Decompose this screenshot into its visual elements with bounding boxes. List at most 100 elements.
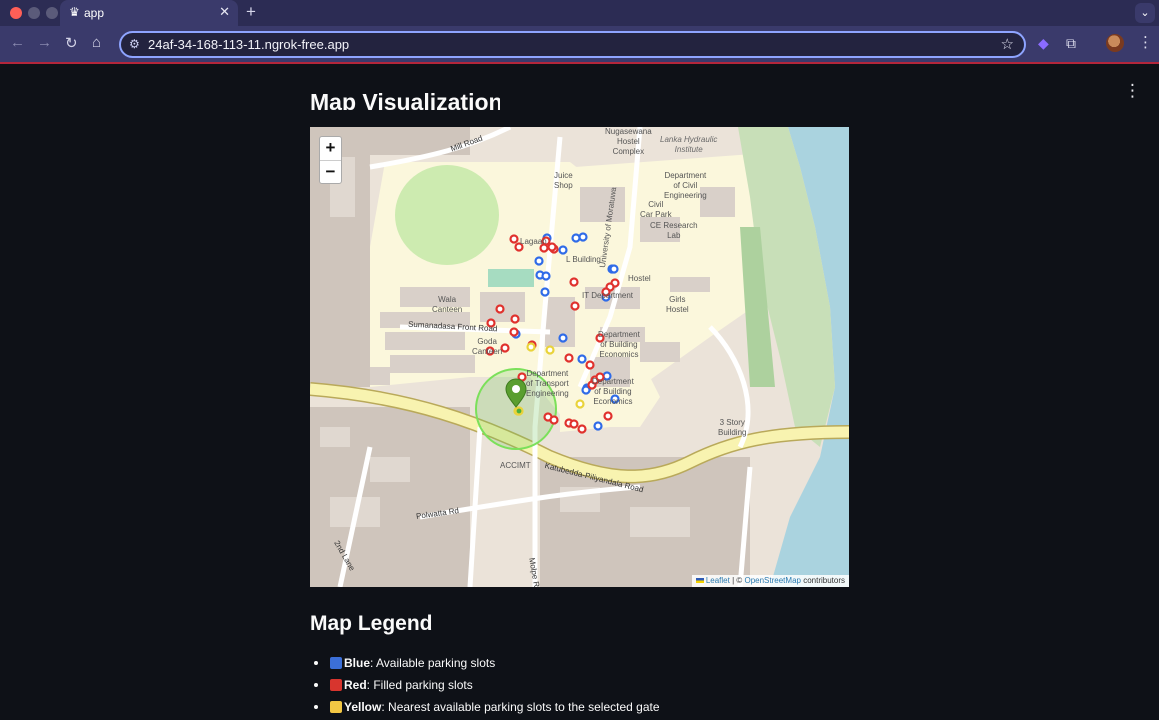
app-menu-kebab-icon[interactable]: ⋮ — [1124, 81, 1141, 101]
map-label-girls-hostel: Girls Hostel — [666, 295, 689, 314]
map-label-juice-shop: Juice Shop — [554, 171, 573, 190]
available-slot-marker[interactable] — [593, 421, 603, 431]
address-bar[interactable]: ⚙ 24af-34-168-113-11.ngrok-free.app ☆ — [119, 31, 1026, 58]
legend-item-name: Blue — [344, 656, 371, 670]
filled-slot-marker[interactable] — [549, 415, 559, 425]
legend-item-name: Yellow — [344, 700, 382, 714]
leaflet-map[interactable]: Mill Road Nugasewana Hostel Complex Lank… — [310, 127, 849, 587]
available-slot-marker[interactable] — [571, 233, 581, 243]
map-tiles — [310, 127, 849, 587]
leaflet-flag-icon — [695, 578, 704, 584]
legend-item-desc: : Nearest available parking slots to the… — [381, 700, 660, 714]
tab-title: app — [84, 6, 105, 20]
bullet-icon — [314, 705, 318, 709]
maximize-window-button[interactable] — [46, 7, 58, 19]
address-url[interactable]: 24af-34-168-113-11.ngrok-free.app — [148, 37, 349, 52]
crown-icon: ♛ — [69, 5, 80, 19]
leaflet-link[interactable]: Leaflet — [706, 576, 730, 585]
available-slot-marker[interactable] — [609, 264, 619, 274]
map-label-nugasewana: Nugasewana Hostel Complex — [605, 127, 652, 156]
map-label-dept-building-econ-2: Department of Building Economics — [592, 377, 634, 406]
filled-slot-marker[interactable] — [509, 327, 519, 337]
legend-title: Map Legend — [310, 612, 433, 635]
map-attribution: Leaflet | © OpenStreetMap contributors — [691, 575, 849, 587]
site-settings-icon[interactable]: ⚙ — [129, 37, 140, 51]
available-slot-marker[interactable] — [541, 271, 551, 281]
home-icon[interactable]: ⌂ — [92, 34, 101, 51]
loading-bar — [0, 62, 1159, 64]
back-arrow-icon[interactable]: ← — [10, 34, 25, 51]
nearest-slot-marker[interactable] — [575, 399, 585, 409]
zoom-control: + − — [319, 136, 342, 184]
extensions-puzzle-icon[interactable]: ⧉ — [1066, 35, 1076, 52]
map-label-it-department: IT Department — [582, 291, 633, 300]
yellow-square-icon — [330, 701, 342, 713]
filled-slot-marker[interactable] — [603, 411, 613, 421]
map-label-dept-building-econ-1: Department of Building Economics — [598, 330, 640, 359]
available-slot-marker[interactable] — [534, 256, 544, 266]
map-label-dept-civil: Department of Civil Engineering — [664, 171, 707, 200]
nearest-slot-marker[interactable] — [545, 345, 555, 355]
map-label-l-building: L Building — [566, 255, 601, 264]
extension-droplet-icon[interactable]: ◆ — [1038, 35, 1049, 52]
section-title: Map Visualization — [310, 89, 500, 110]
tab-search-chevron-icon[interactable]: ⌄ — [1135, 3, 1155, 23]
map-label-civil-car-park: Civil Car Park — [640, 200, 672, 219]
map-label-hostel: Hostel — [628, 274, 651, 283]
close-window-button[interactable] — [10, 7, 22, 19]
browser-toolbar: ← → ↻ ⌂ ⚙ 24af-34-168-113-11.ngrok-free.… — [0, 26, 1159, 62]
map-label-dept-transport: Department of Transport Engineering — [526, 369, 569, 398]
map-label-wala-canteen: Wala Canteen — [432, 295, 463, 314]
forward-arrow-icon[interactable]: → — [37, 34, 52, 51]
filled-slot-marker[interactable] — [570, 301, 580, 311]
osm-link[interactable]: OpenStreetMap — [744, 576, 800, 585]
map-label-lagaan: Lagaan — [520, 237, 547, 246]
map-label-accimt: ACCIMT — [500, 461, 531, 470]
new-tab-plus-icon[interactable]: + — [246, 2, 256, 22]
bullet-icon — [314, 683, 318, 687]
available-slot-marker[interactable] — [540, 287, 550, 297]
available-slot-marker[interactable] — [558, 333, 568, 343]
legend-item-desc: : Filled parking slots — [366, 678, 473, 692]
map-label-three-story: 3 Story Building — [718, 418, 747, 437]
legend-list: Blue : Available parking slots Red : Fil… — [314, 652, 660, 718]
legend-item-red: Red : Filled parking slots — [314, 674, 660, 696]
map-label-lanka-hydraulic: Lanka Hydraulic Institute — [660, 135, 718, 154]
minimize-window-button[interactable] — [28, 7, 40, 19]
bookmark-star-icon[interactable]: ☆ — [1001, 35, 1014, 53]
map-label-ce-research-lab: CE Research Lab — [650, 221, 698, 240]
legend-item-desc: : Available parking slots — [370, 656, 496, 670]
available-slot-marker[interactable] — [578, 232, 588, 242]
filled-slot-marker[interactable] — [564, 353, 574, 363]
filled-slot-marker[interactable] — [500, 343, 510, 353]
available-slot-marker[interactable] — [577, 354, 587, 364]
blue-square-icon — [330, 657, 342, 669]
browser-tab-bar: ♛ app ✕ + ⌄ — [0, 0, 1159, 26]
browser-tab[interactable]: ♛ app ✕ — [60, 0, 238, 26]
attribution-contributors: contributors — [800, 576, 845, 585]
attribution-separator: | © — [729, 576, 745, 585]
legend-item-name: Red — [344, 678, 367, 692]
close-tab-icon[interactable]: ✕ — [219, 4, 230, 20]
filled-slot-marker[interactable] — [547, 242, 557, 252]
filled-slot-marker[interactable] — [569, 419, 579, 429]
filled-slot-marker[interactable] — [577, 424, 587, 434]
available-slot-marker[interactable] — [558, 245, 568, 255]
legend-item-blue: Blue : Available parking slots — [314, 652, 660, 674]
red-square-icon — [330, 679, 342, 691]
filled-slot-marker[interactable] — [495, 304, 505, 314]
nearest-slot-marker[interactable] — [526, 342, 536, 352]
legend-item-yellow: Yellow : Nearest available parking slots… — [314, 696, 660, 718]
browser-menu-icon[interactable]: ⋮ — [1138, 33, 1153, 51]
zoom-in-button[interactable]: + — [320, 137, 341, 160]
filled-slot-marker[interactable] — [509, 234, 519, 244]
reload-icon[interactable]: ↻ — [65, 34, 78, 52]
nearest-slot-marker[interactable] — [514, 406, 524, 416]
map-label-goda-canteen: Goda Canteen — [472, 337, 503, 356]
filled-slot-marker[interactable] — [569, 277, 579, 287]
bullet-icon — [314, 661, 318, 665]
filled-slot-marker[interactable] — [585, 360, 595, 370]
filled-slot-marker[interactable] — [510, 314, 520, 324]
profile-avatar[interactable] — [1106, 34, 1124, 52]
zoom-out-button[interactable]: − — [320, 161, 341, 184]
